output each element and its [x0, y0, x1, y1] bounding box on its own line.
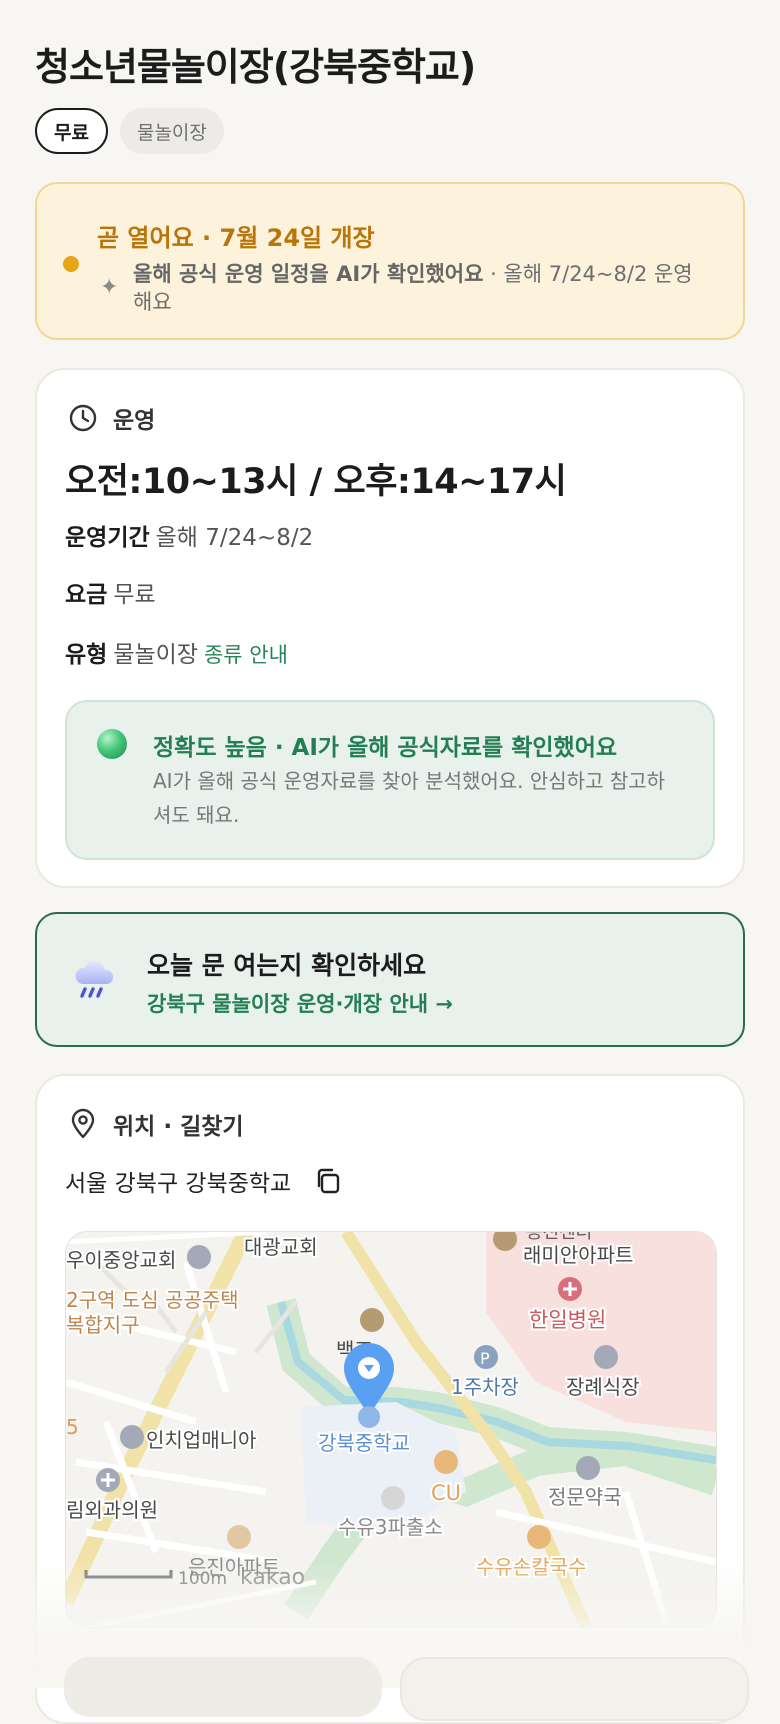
rain-cloud-icon — [75, 961, 114, 998]
type-row: 유형 물놀이장 종류 안내 — [65, 635, 288, 669]
map-label-church1: 우이중앙교회 — [66, 1248, 176, 1272]
opening-notice: 곧 열어요 · 7월 24일 개장 ✦ 올해 공식 운영 일정을 AI가 확인했… — [35, 182, 745, 340]
map-label-pharmacy: 정문약국 — [548, 1485, 622, 1509]
check-open-banner[interactable]: 오늘 문 여는지 확인하세요 강북구 물놀이장 운영·개장 안내 → — [35, 912, 745, 1047]
map-label-hospital: 한일병원 — [529, 1308, 606, 1332]
address-row: 서울 강북구 강북중학교 — [65, 1164, 343, 1198]
fee-row: 요금 무료 — [65, 575, 156, 609]
operation-header: 운영 — [67, 401, 155, 435]
fee-label: 요금 — [65, 582, 108, 608]
map-label-apt1: 래미안아파트 — [523, 1243, 633, 1267]
type-chip[interactable]: 물놀이장 — [119, 108, 224, 154]
fee-chip[interactable]: 무료 — [35, 108, 108, 154]
map-label-police: 수유3파출소 — [338, 1515, 443, 1539]
map-label-school: 강북중학교 — [318, 1431, 410, 1455]
map-label-housing2: 복합지구 — [66, 1313, 140, 1337]
copy-icon[interactable] — [313, 1166, 343, 1196]
map-label-cu: CU — [431, 1481, 461, 1505]
bottom-button-left[interactable] — [64, 1657, 382, 1717]
fee-value: 무료 — [113, 582, 156, 608]
map-label-parking: 1주차장 — [451, 1375, 519, 1399]
accuracy-indicator-icon — [97, 729, 127, 759]
map-label-interior: 인치업매니아 — [146, 1428, 256, 1452]
map-label-apt1-top: 송천센터 — [526, 1232, 592, 1243]
bottom-button-right[interactable] — [400, 1657, 749, 1721]
notice-detail: 올해 공식 운영 일정을 AI가 확인했어요 · 올해 7/24~8/2 운영해… — [133, 260, 693, 316]
operation-title: 운영 — [113, 408, 156, 434]
accuracy-box: 정확도 높음 · AI가 올해 공식자료를 확인했어요 AI가 올해 공식 운영… — [65, 700, 715, 860]
svg-text:P: P — [480, 1349, 490, 1368]
map-label-housing1: 2구역 도심 공공주택 — [66, 1288, 239, 1312]
banner-title: 오늘 문 여는지 확인하세요 — [147, 951, 427, 980]
accuracy-headline: 정확도 높음 · AI가 올해 공식자료를 확인했어요 — [153, 735, 618, 761]
location-title: 위치 · 길찾기 — [113, 1114, 244, 1140]
map-label-church2: 대광교회 — [244, 1235, 318, 1259]
map-label-edge-num: 5 — [66, 1415, 79, 1439]
sparkle-icon: ✦ — [100, 275, 119, 300]
clock-icon — [69, 404, 97, 432]
period-label: 운영기간 — [65, 525, 150, 551]
accuracy-body: AI가 올해 공식 운영자료를 찾아 분석했어요. 안심하고 참고하셔도 돼요. — [153, 769, 666, 827]
period-value: 올해 7/24~8/2 — [155, 525, 314, 551]
map-label-funeral: 장례식장 — [566, 1375, 640, 1399]
type-guide-link[interactable]: 종류 안내 — [204, 643, 288, 667]
operating-hours: 오전:10~13시 / 오후:14~17시 — [65, 462, 567, 502]
status-dot — [63, 256, 79, 272]
address-text: 서울 강북구 강북중학교 — [65, 1171, 292, 1197]
period-row: 운영기간 올해 7/24~8/2 — [65, 518, 313, 552]
location-pin-icon — [71, 1108, 95, 1139]
type-label: 유형 — [65, 642, 108, 668]
tag-chips: 무료 물놀이장 — [35, 108, 224, 154]
location-header: 위치 · 길찾기 — [67, 1107, 244, 1141]
map-label-clinic: 림외과의원 — [66, 1498, 158, 1522]
page-title: 청소년물놀이장(강북중학교) — [35, 45, 476, 89]
operation-card: 운영 오전:10~13시 / 오후:14~17시 운영기간 올해 7/24~8/2… — [35, 368, 745, 888]
banner-link[interactable]: 강북구 물놀이장 운영·개장 안내 → — [147, 988, 453, 1018]
type-value: 물놀이장 — [113, 642, 198, 668]
ai-check-text: 올해 공식 운영 일정을 AI가 확인했어요 — [133, 262, 484, 286]
notice-headline: 곧 열어요 · 7월 24일 개장 — [97, 224, 375, 252]
